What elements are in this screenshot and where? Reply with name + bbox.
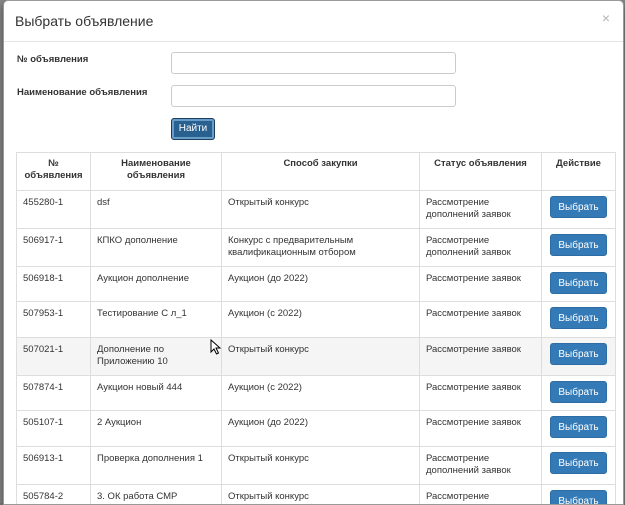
select-button[interactable]: Выбрать: [550, 234, 607, 256]
select-button[interactable]: Выбрать: [550, 272, 607, 294]
cell-name: Аукцион дополнение: [91, 267, 222, 302]
cell-name: Проверка дополнения 1: [91, 447, 222, 485]
modal-title: Выбрать объявление: [15, 13, 153, 29]
cell-name: Тестирование С л_1: [91, 302, 222, 338]
cell-action: Выбрать: [542, 485, 616, 505]
cell-name: Дополнение по Приложению 10: [91, 338, 222, 376]
cell-number: 505784-2: [17, 485, 91, 505]
cell-number: 506917-1: [17, 229, 91, 267]
cell-status: Рассмотрение дополнений заявок: [420, 229, 542, 267]
cell-method: Конкурс с предварительным квалификационн…: [222, 229, 420, 267]
cell-action: Выбрать: [542, 447, 616, 485]
cell-method: Открытый конкурс: [222, 338, 420, 376]
column-header-number[interactable]: № объявления: [17, 153, 91, 191]
cell-name: Аукцион новый 444: [91, 376, 222, 411]
cell-number: 455280-1: [17, 191, 91, 229]
cell-action: Выбрать: [542, 267, 616, 302]
select-announcement-modal: Выбрать объявление × № объявления Наимен…: [3, 0, 624, 505]
select-button[interactable]: Выбрать: [550, 343, 607, 365]
cell-method: Открытый конкурс: [222, 485, 420, 505]
table-row: 507021-1Дополнение по Приложению 10Откры…: [17, 338, 616, 376]
cell-method: Аукцион (до 2022): [222, 267, 420, 302]
cell-number: 506918-1: [17, 267, 91, 302]
cell-action: Выбрать: [542, 376, 616, 411]
table-header-row: № объявления Наименование объявления Спо…: [17, 153, 616, 191]
select-button[interactable]: Выбрать: [550, 307, 607, 329]
cell-action: Выбрать: [542, 302, 616, 338]
table-row: 507874-1Аукцион новый 444Аукцион (с 2022…: [17, 376, 616, 411]
cell-status: Рассмотрение заявок: [420, 267, 542, 302]
cell-status: Рассмотрение заявок: [420, 302, 542, 338]
cell-status: Рассмотрение заявок: [420, 376, 542, 411]
table-row: 506918-1Аукцион дополнениеАукцион (до 20…: [17, 267, 616, 302]
cell-action: Выбрать: [542, 338, 616, 376]
cell-number: 505107-1: [17, 411, 91, 447]
table-body: 455280-1dsfОткрытый конкурсРассмотрение …: [17, 191, 616, 505]
cell-action: Выбрать: [542, 191, 616, 229]
cell-status: Рассмотрение дополнений заявок: [420, 447, 542, 485]
announcement-number-label: № объявления: [17, 54, 88, 65]
cell-method: Аукцион (с 2022): [222, 376, 420, 411]
column-header-action: Действие: [542, 153, 616, 191]
column-header-status[interactable]: Статус объявления: [420, 153, 542, 191]
mouse-cursor-icon: [210, 339, 222, 355]
close-icon[interactable]: ×: [599, 10, 613, 26]
cell-method: Аукцион (с 2022): [222, 302, 420, 338]
cell-status: Рассмотрение дополнений заявок: [420, 191, 542, 229]
column-header-name[interactable]: Наименование объявления: [91, 153, 222, 191]
cell-method: Аукцион (до 2022): [222, 411, 420, 447]
announcements-table-wrap: № объявления Наименование объявления Спо…: [16, 152, 615, 505]
table-row: 505784-23. ОК работа СМРОткрытый конкурс…: [17, 485, 616, 505]
cell-method: Открытый конкурс: [222, 191, 420, 229]
cell-action: Выбрать: [542, 229, 616, 267]
select-button[interactable]: Выбрать: [550, 416, 607, 438]
announcements-table: № объявления Наименование объявления Спо…: [16, 152, 616, 505]
table-row: 506917-1КПКО дополнениеКонкурс с предвар…: [17, 229, 616, 267]
cell-number: 507953-1: [17, 302, 91, 338]
table-row: 455280-1dsfОткрытый конкурсРассмотрение …: [17, 191, 616, 229]
select-button[interactable]: Выбрать: [550, 196, 607, 218]
cell-status: Рассмотрение дополнений заявок: [420, 485, 542, 505]
column-header-method[interactable]: Способ закупки: [222, 153, 420, 191]
table-row: 505107-12 АукционАукцион (до 2022)Рассмо…: [17, 411, 616, 447]
select-button[interactable]: Выбрать: [550, 452, 607, 474]
announcement-name-input[interactable]: [171, 85, 456, 107]
cell-name: 3. ОК работа СМР: [91, 485, 222, 505]
cell-name: dsf: [91, 191, 222, 229]
cell-number: 507874-1: [17, 376, 91, 411]
cell-name: 2 Аукцион: [91, 411, 222, 447]
announcement-number-input[interactable]: [171, 52, 456, 74]
cell-action: Выбрать: [542, 411, 616, 447]
table-row: 507953-1Тестирование С л_1Аукцион (с 202…: [17, 302, 616, 338]
modal-header: Выбрать объявление ×: [4, 1, 623, 42]
cell-status: Рассмотрение заявок: [420, 338, 542, 376]
cell-status: Рассмотрение заявок: [420, 411, 542, 447]
cell-number: 507021-1: [17, 338, 91, 376]
announcement-name-label: Наименование объявления: [17, 87, 147, 98]
select-button[interactable]: Выбрать: [550, 381, 607, 403]
cell-method: Открытый конкурс: [222, 447, 420, 485]
search-button[interactable]: Найти: [171, 118, 215, 140]
table-row: 506913-1Проверка дополнения 1Открытый ко…: [17, 447, 616, 485]
cell-number: 506913-1: [17, 447, 91, 485]
cell-name: КПКО дополнение: [91, 229, 222, 267]
